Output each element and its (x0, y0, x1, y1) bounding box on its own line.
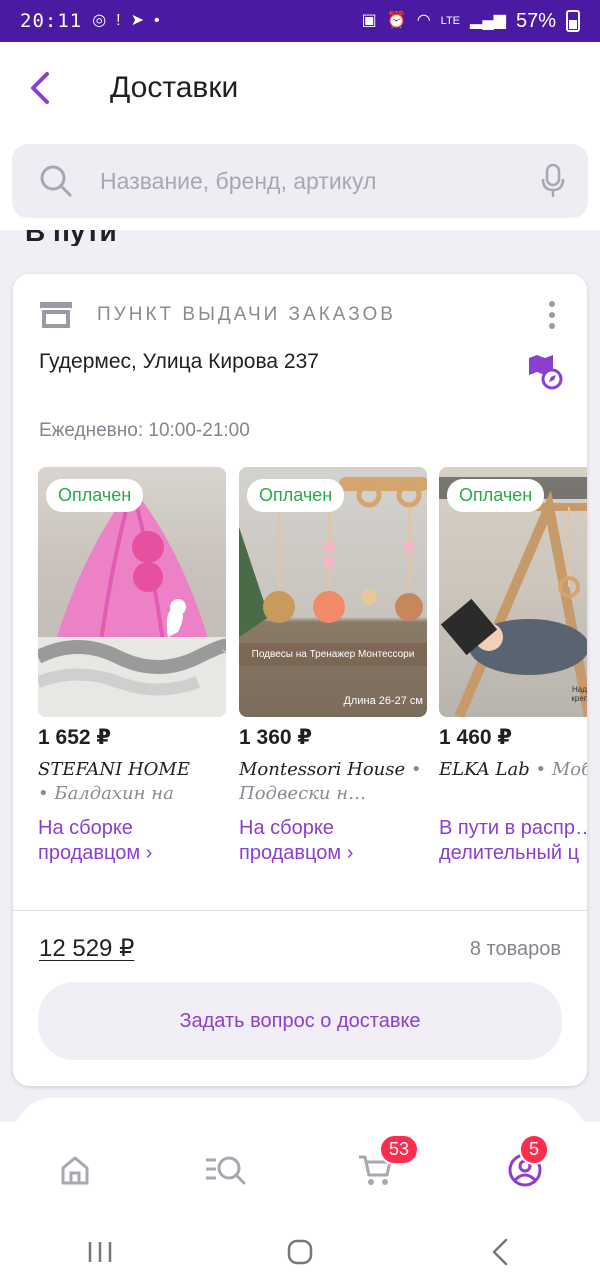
pickup-point-label: ПУНКТ ВЫДАЧИ ЗАКАЗОВ (97, 304, 396, 325)
tab-cart[interactable]: 53 (345, 1134, 420, 1200)
image-caption: Надежное крепление (571, 685, 587, 703)
page-title: Доставки (110, 71, 239, 104)
order-item-count: 8 товаров (469, 938, 561, 960)
status-bar: 20:11 ◎ ǃ ➤ • ▣ ⏰ ◠ LTE ▂▄▆ 57% (0, 0, 600, 42)
image-caption: Подвесы на Тренажер Монтессори (239, 643, 427, 666)
tab-catalog[interactable] (195, 1140, 255, 1200)
map-button[interactable] (527, 354, 563, 390)
dot-icon (549, 301, 555, 307)
product-brand-description: ELKA Lab • Моби… в кроватку для (439, 758, 587, 806)
home-button[interactable] (270, 1227, 330, 1277)
ask-delivery-question-button[interactable]: Задать вопрос о доставке (38, 982, 562, 1060)
status-time: 20:11 (20, 10, 83, 32)
payment-status-badge: Оплачен (247, 479, 345, 512)
dot-icon (549, 312, 555, 318)
product-image[interactable]: Оплачен (38, 467, 226, 717)
search-icon (12, 164, 100, 198)
recents-button[interactable] (70, 1227, 130, 1277)
search-input[interactable] (100, 167, 518, 195)
notification-dot-icon: • (154, 12, 160, 29)
product-price: 1 652 ₽ (38, 726, 111, 749)
product-brand-description: STEFANI HOME • Балдахин на кро… (38, 758, 226, 806)
microphone-icon[interactable] (518, 163, 588, 199)
pickup-address: Гудермес, Улица Кирова 237 (39, 350, 319, 373)
wifi-icon: ◠ (416, 12, 431, 29)
status-right: ▣ ⏰ ◠ LTE ▂▄▆ 57% (362, 10, 580, 33)
product-card[interactable]: Оплачен Подвесы на Тренажер Монтессори Д… (239, 467, 427, 866)
more-options-button[interactable] (537, 301, 567, 329)
home-icon (61, 1156, 89, 1185)
products-row[interactable]: Оплачен 1 652 ₽ STEFANI HOME • Балдахин … (38, 467, 587, 867)
catalog-search-icon (206, 1156, 246, 1185)
product-image[interactable]: Оплачен Подвесы на Тренажер Монтессори Д… (239, 467, 427, 717)
order-total[interactable]: 12 529 ₽ (39, 934, 134, 963)
battery-percent: 57% (515, 9, 556, 32)
profile-notification-badge: 5 (519, 1134, 550, 1165)
divider (13, 910, 587, 911)
payment-status-badge: Оплачен (447, 479, 545, 512)
sim-icon: ▣ (361, 12, 377, 29)
chevron-left-icon (31, 72, 49, 104)
battery-icon (566, 10, 580, 32)
header: Доставки (0, 42, 600, 134)
product-price: 1 360 ₽ (239, 726, 312, 749)
store-icon (40, 302, 72, 328)
product-brand: ELKA Lab (439, 759, 530, 780)
product-brand: STEFANI HOME (38, 759, 191, 780)
cart-count-badge: 53 (379, 1134, 420, 1165)
tab-bar: 53 5 (0, 1122, 600, 1218)
search-bar-container (0, 134, 600, 230)
delivery-status-link[interactable]: На сборке продавцом › (38, 816, 226, 866)
back-arrow-icon (492, 1238, 508, 1266)
order-card: ПУНКТ ВЫДАЧИ ЗАКАЗОВ Гудермес, Улица Кир… (13, 274, 587, 1086)
product-brand: Montessori House (239, 759, 406, 780)
network-type: LTE (440, 14, 461, 27)
delivery-status-link[interactable]: На сборке продавцом › (239, 816, 427, 866)
product-brand-description: Montessori House • Подвески н… (239, 758, 427, 806)
voicemail-icon: ǃ (116, 12, 121, 29)
product-description: • Моби… в кроватку для (535, 759, 587, 780)
image-caption-length: Длина 26-27 см (343, 695, 423, 707)
home-circle-icon (287, 1239, 313, 1265)
tab-profile[interactable]: 5 (495, 1134, 555, 1200)
product-image[interactable]: Оплачен Надежное крепление (439, 467, 587, 717)
payment-status-badge: Оплачен (46, 479, 144, 512)
product-card[interactable]: Оплачен 1 652 ₽ STEFANI HOME • Балдахин … (38, 467, 226, 866)
pickup-row: ПУНКТ ВЫДАЧИ ЗАКАЗОВ (39, 300, 567, 330)
dot-icon (549, 323, 555, 329)
system-back-button[interactable] (470, 1227, 530, 1277)
alarm-icon: ⏰ (386, 12, 407, 29)
product-description: • Балдахин на кро… (38, 783, 174, 804)
back-button[interactable] (0, 42, 80, 134)
product-price: 1 460 ₽ (439, 726, 512, 749)
product-card[interactable]: Оплачен Надежное крепление 1 460 ₽ ELKA … (439, 467, 587, 866)
signal-icon: ▂▄▆ (470, 12, 506, 29)
delivery-status-link[interactable]: В пути в распр… делительный ц (439, 816, 587, 866)
section-title: В пути (25, 230, 117, 246)
whatsapp-icon: ◎ (92, 12, 107, 29)
recents-icon (88, 1242, 112, 1262)
map-icon (529, 355, 563, 390)
status-left: 20:11 ◎ ǃ ➤ • (20, 10, 160, 32)
search-bar[interactable] (12, 144, 588, 218)
telegram-icon: ➤ (130, 12, 145, 29)
pickup-hours: Ежедневно: 10:00-21:00 (39, 420, 250, 441)
system-nav-bar (0, 1218, 600, 1286)
tab-home[interactable] (45, 1140, 105, 1200)
